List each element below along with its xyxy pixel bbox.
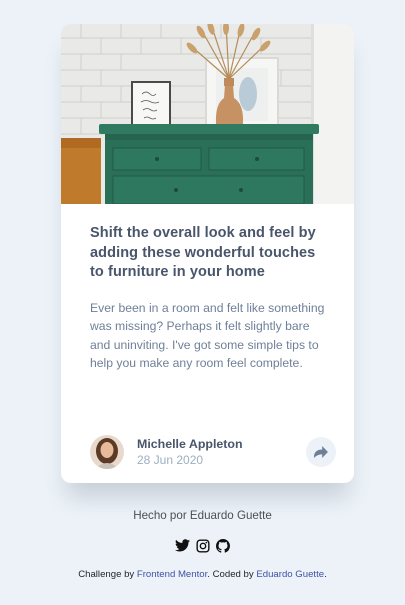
- article-card: Shift the overall look and feel by addin…: [61, 24, 354, 483]
- article-description: Ever been in a room and felt like someth…: [90, 300, 325, 371]
- frontend-mentor-link[interactable]: Frontend Mentor: [137, 569, 207, 580]
- instagram-icon[interactable]: [195, 538, 210, 553]
- author-row: Michelle Appleton 28 Jun 2020: [90, 434, 336, 470]
- coder-link[interactable]: Eduardo Guette: [256, 569, 324, 580]
- share-arrow-icon: [314, 446, 328, 458]
- avatar-portrait: [90, 435, 124, 469]
- attribution-prefix: Challenge by: [78, 569, 137, 580]
- social-links: [0, 538, 405, 553]
- twitter-icon[interactable]: [175, 538, 190, 553]
- card-image: [61, 24, 354, 204]
- made-by-text: Hecho por Eduardo Guette: [133, 509, 272, 522]
- attribution-middle: . Coded by: [207, 569, 257, 580]
- attribution-suffix: .: [324, 569, 327, 580]
- drawers-illustration: [61, 24, 354, 204]
- author-meta: Michelle Appleton 28 Jun 2020: [137, 436, 306, 468]
- article-title[interactable]: Shift the overall look and feel by addin…: [90, 224, 325, 283]
- share-button[interactable]: [306, 437, 336, 467]
- card-body: Shift the overall look and feel by addin…: [61, 204, 354, 373]
- github-icon[interactable]: [215, 538, 230, 553]
- author-name: Michelle Appleton: [137, 437, 243, 451]
- attribution: Challenge by Frontend Mentor. Coded by E…: [0, 569, 405, 580]
- avatar: [90, 435, 124, 469]
- author-date: 28 Jun 2020: [137, 453, 204, 467]
